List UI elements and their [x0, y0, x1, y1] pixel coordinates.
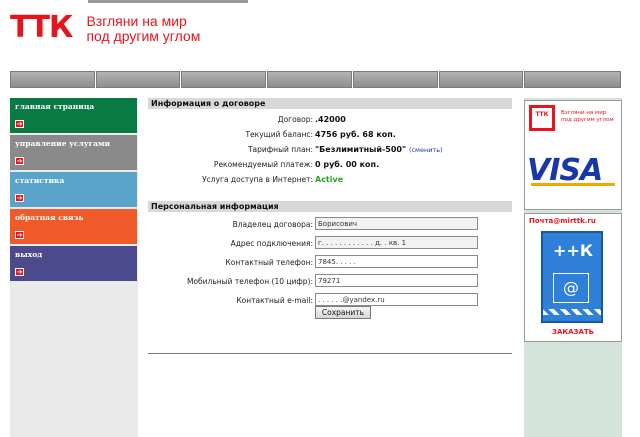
visa-stripe: [531, 183, 615, 186]
phone-field-row: Контактный телефон:: [148, 253, 512, 272]
sidebar-item-feedback[interactable]: обратная связь ➔: [10, 209, 137, 244]
nav-tab-4[interactable]: [267, 71, 352, 88]
address-field-row: Адрес подключения:: [148, 234, 512, 253]
mobile-field[interactable]: [315, 274, 478, 287]
nav-tab-1[interactable]: [10, 71, 95, 88]
row-value: 0 руб. 00 коп.: [315, 160, 380, 169]
sidebar-item-label: выход: [15, 250, 43, 259]
top-navbar: [10, 71, 621, 88]
tariff-name: "Безлимитный-500": [315, 145, 407, 154]
nav-tab-5[interactable]: [352, 71, 438, 88]
main-content: Информация о договоре Договор: .42000 Те…: [148, 98, 512, 319]
row-value: "Безлимитный-500" (сменить): [315, 145, 443, 154]
nav-tab-2[interactable]: [95, 71, 181, 88]
save-button[interactable]: Сохранить: [315, 306, 371, 319]
contract-row-balance: Текущий баланс: 4756 руб. 68 коп.: [148, 127, 512, 142]
logo-tagline-line2: под другим углом: [86, 28, 201, 44]
order-button[interactable]: ЗАКАЗАТЬ: [529, 328, 617, 336]
sidebar-menu: главная страница ➔ управление услугами ➔…: [10, 98, 138, 437]
field-label: Контактный телефон:: [225, 258, 313, 267]
contract-row-number: Договор: .42000: [148, 112, 512, 127]
arrow-right-icon: ➔: [15, 120, 24, 128]
field-label: Контактный e-mail:: [236, 296, 313, 305]
row-label: Текущий баланс:: [245, 130, 313, 139]
arrow-right-icon: ➔: [15, 157, 24, 165]
ad-banner-visa[interactable]: ТТК Взгляни на мир под другим углом VISA: [524, 100, 622, 210]
mailbox-icon: ++К @: [541, 231, 603, 323]
arrow-right-icon: ➔: [15, 268, 24, 276]
ad-email: Почта@mirttk.ru: [529, 217, 596, 225]
arrow-right-icon: ➔: [15, 194, 24, 202]
contract-row-internet: Услуга доступа в Интернет: Active: [148, 172, 512, 187]
row-label: Рекомендуемый платеж:: [213, 160, 313, 169]
nav-tab-3[interactable]: [181, 71, 267, 88]
personal-section-title: Персональная информация: [148, 201, 512, 212]
owner-field-row: Владелец договора:: [148, 215, 512, 234]
logo-tagline: Взгляни на мир под другим углом: [86, 14, 200, 44]
at-sign-icon: @: [553, 273, 589, 303]
field-label: Мобильный телефон (10 цифр):: [187, 277, 313, 286]
ad-tagline: Взгляни на мир под другим углом: [561, 110, 614, 123]
sidebar-item-statistics[interactable]: статистика ➔: [10, 172, 137, 207]
sidebar-item-label: управление услугами: [15, 139, 111, 148]
sidebar-item-label: статистика: [15, 176, 65, 185]
sidebar-item-label: обратная связь: [15, 213, 84, 222]
field-label: Адрес подключения:: [230, 239, 313, 248]
site-logo[interactable]: ТТК Взгляни на мир под другим углом: [10, 10, 200, 45]
change-tariff-link[interactable]: (сменить): [409, 146, 443, 154]
top-strip: [0, 0, 640, 14]
row-label: Услуга доступа в Интернет:: [202, 175, 313, 184]
row-value: 4756 руб. 68 коп.: [315, 130, 396, 139]
sidebar-item-label: главная страница: [15, 102, 95, 111]
ad-banner-mail[interactable]: Почта@mirttk.ru ++К @ ЗАКАЗАТЬ: [524, 213, 622, 342]
phone-field[interactable]: [315, 255, 478, 268]
contract-row-payment: Рекомендуемый платеж: 0 руб. 00 коп.: [148, 157, 512, 172]
logo-mark: ТТК: [10, 10, 73, 45]
ad-column: ТТК Взгляни на мир под другим углом VISA …: [524, 98, 622, 437]
email-field[interactable]: [315, 293, 478, 306]
divider: [148, 353, 512, 354]
mobile-field-row: Мобильный телефон (10 цифр):: [148, 272, 512, 291]
sidebar-item-services[interactable]: управление услугами ➔: [10, 135, 137, 170]
address-field[interactable]: [315, 236, 478, 249]
contract-row-tariff: Тарифный план: "Безлимитный-500" (сменит…: [148, 142, 512, 157]
arrow-right-icon: ➔: [15, 231, 24, 239]
ttk-logo-icon: ТТК: [529, 105, 555, 131]
sidebar-item-home[interactable]: главная страница ➔: [10, 98, 137, 133]
contract-section-title: Информация о договоре: [148, 98, 512, 109]
field-label: Владелец договора:: [232, 220, 313, 229]
status-badge: Active: [315, 175, 344, 184]
row-label: Тарифный план:: [247, 145, 313, 154]
row-value: .42000: [315, 115, 346, 124]
nav-tab-7[interactable]: [524, 71, 621, 88]
nav-tab-6[interactable]: [438, 71, 524, 88]
row-label: Договор:: [277, 115, 313, 124]
top-strip-accent: [88, 0, 248, 3]
sidebar-item-logout[interactable]: выход ➔: [10, 246, 137, 281]
logo-tagline-line1: Взгляни на мир: [86, 13, 187, 29]
owner-field[interactable]: [315, 217, 478, 230]
